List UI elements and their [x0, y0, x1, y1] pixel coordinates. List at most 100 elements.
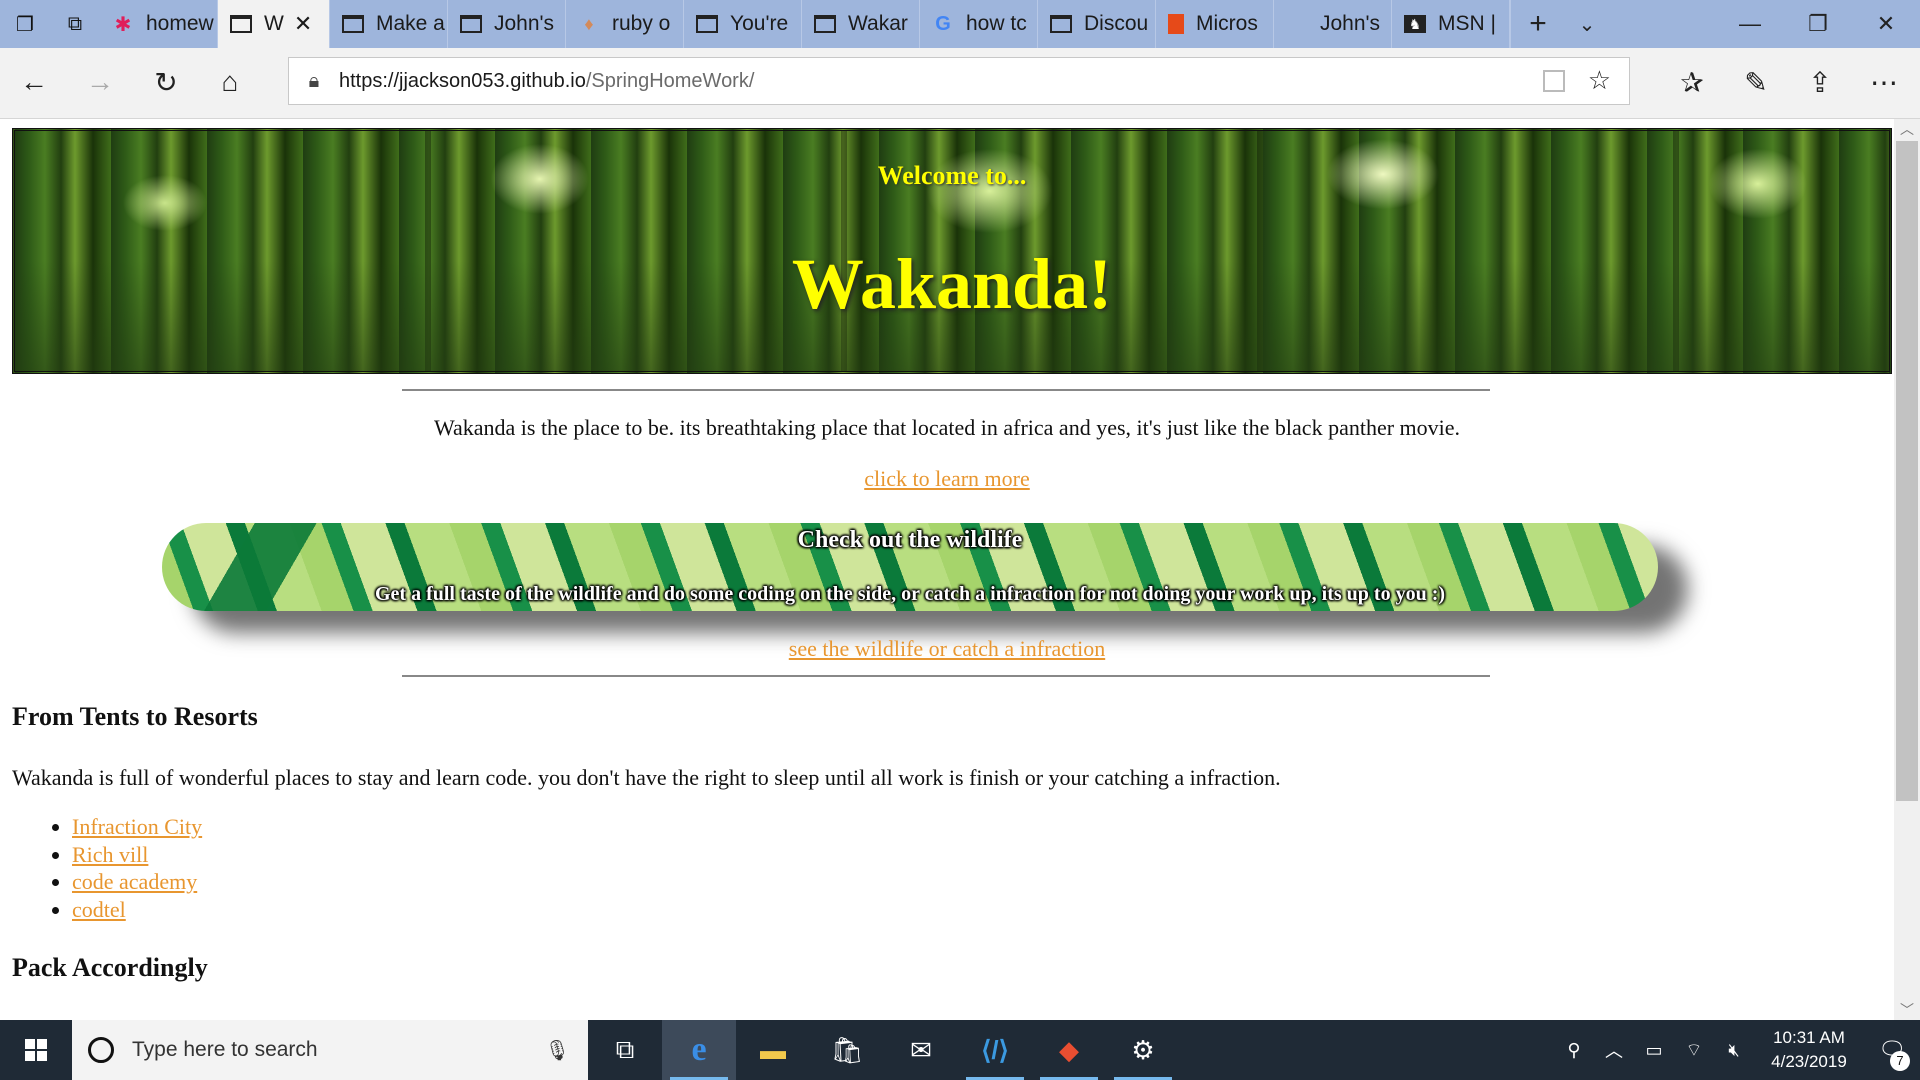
tab-label: how tc — [966, 12, 1027, 35]
tab-johns[interactable]: John's — [448, 0, 566, 48]
address-bar[interactable]: 🔒︎ https://jjackson053.github.io/SpringH… — [288, 57, 1630, 105]
tab-label: John's — [1320, 12, 1381, 35]
share-icon[interactable]: ⇪ — [1800, 62, 1840, 102]
edge-icon[interactable]: e — [662, 1020, 736, 1080]
wildlife-subtitle: Get a full taste of the wildlife and do … — [374, 583, 1446, 605]
tab-youre[interactable]: You're — [684, 0, 802, 48]
ruby-icon: ♦ — [584, 13, 594, 34]
tab-label: ruby o — [612, 12, 671, 35]
window-icon — [230, 15, 252, 33]
msn-icon: ♞ — [1404, 15, 1426, 33]
wildlife-title: Check out the wildlife — [797, 527, 1023, 553]
more-icon[interactable]: ⋯ — [1864, 62, 1904, 102]
tab-google-search[interactable]: G how tc — [920, 0, 1038, 48]
tab-label: MSN | — [1438, 12, 1496, 35]
cortana-icon — [88, 1037, 114, 1063]
blank-icon — [1286, 15, 1308, 33]
learn-more-link[interactable]: click to learn more — [864, 466, 1030, 491]
star-icon[interactable]: ☆ — [1588, 65, 1611, 96]
volume-muted-icon[interactable]: 🔇︎ — [1714, 1040, 1754, 1061]
place-link-codtel[interactable]: codtel — [72, 897, 126, 922]
tab-ruby[interactable]: ♦ ruby o — [566, 0, 684, 48]
minimize-icon[interactable]: — — [1716, 0, 1784, 48]
codepen-icon — [342, 15, 364, 33]
close-tab-icon[interactable]: ✕ — [294, 11, 312, 37]
url-path: /SpringHomeWork/ — [585, 69, 755, 92]
windows-logo-icon — [25, 1039, 47, 1061]
place-link-infraction-city[interactable]: Infraction City — [72, 814, 202, 839]
new-tab-button[interactable]: + — [1510, 0, 1565, 48]
vertical-scrollbar[interactable]: ︿ ﹀ — [1894, 119, 1920, 1020]
wildlife-box: Check out the wildlife Get a full taste … — [162, 523, 1658, 611]
wifi-icon[interactable]: ⌔ — [1674, 1039, 1714, 1062]
back-arrow-icon[interactable]: ← — [14, 62, 54, 102]
favorites-icon[interactable]: ✰ — [1672, 62, 1712, 102]
list-item: Rich vill — [72, 841, 202, 869]
git-icon[interactable]: ◆ — [1032, 1020, 1106, 1080]
url-text[interactable]: https://jjackson053.github.io/SpringHome… — [339, 70, 754, 93]
scrollbar-thumb[interactable] — [1896, 141, 1918, 801]
battery-icon[interactable]: ▭ — [1634, 1040, 1674, 1061]
mail-icon[interactable]: ✉ — [884, 1020, 958, 1080]
set-aside-tabs-icon[interactable]: ❐ — [0, 0, 50, 48]
settings-gear-icon[interactable]: ⚙ — [1106, 1020, 1180, 1080]
vscode-icon[interactable]: ⟨/⟩ — [958, 1020, 1032, 1080]
url-host: https://jjackson053.github.io — [339, 69, 586, 92]
divider — [402, 389, 1490, 391]
task-view-icon[interactable]: ⧉ — [588, 1020, 662, 1080]
tab-johns-2[interactable]: John's — [1274, 0, 1392, 48]
close-window-icon[interactable]: ✕ — [1852, 0, 1920, 48]
refresh-icon[interactable]: ↻ — [146, 62, 186, 102]
home-icon[interactable]: ⌂ — [210, 62, 250, 102]
window-icon — [814, 15, 836, 33]
tab-label: homew — [146, 12, 214, 35]
tab-wakanda-active[interactable]: W ✕ — [218, 0, 330, 48]
tab-label: Make a — [376, 12, 445, 35]
notification-badge: 7 — [1890, 1051, 1910, 1071]
clock[interactable]: 10:31 AM 4/23/2019 — [1754, 1026, 1864, 1074]
list-item: Infraction City — [72, 813, 202, 841]
tents-paragraph: Wakanda is full of wonderful places to s… — [12, 765, 1281, 790]
start-button[interactable] — [0, 1020, 72, 1080]
page-viewport: Welcome to... Wakanda! Wakanda is the pl… — [0, 119, 1894, 1020]
tab-msn[interactable]: ♞ MSN | — [1392, 0, 1510, 48]
tab-make[interactable]: Make a — [330, 0, 448, 48]
place-link-rich-vill[interactable]: Rich vill — [72, 842, 148, 867]
clock-date: 4/23/2019 — [1771, 1052, 1847, 1071]
action-center-icon[interactable]: 🗨︎ 7 — [1864, 1037, 1920, 1071]
microphone-icon[interactable]: 🎙︎ — [545, 1038, 570, 1063]
forward-arrow-icon[interactable]: → — [80, 62, 120, 102]
file-explorer-icon[interactable]: ▬ — [736, 1020, 810, 1080]
pen-icon[interactable]: ✎ — [1736, 62, 1776, 102]
tab-discount[interactable]: Discou — [1038, 0, 1156, 48]
learn-more-container: click to learn more — [0, 466, 1894, 492]
chevron-down-icon[interactable]: ⌄ — [1565, 0, 1609, 48]
store-icon[interactable]: 🛍︎ — [810, 1020, 884, 1080]
list-item: codtel — [72, 896, 202, 924]
lock-icon: 🔒︎ — [308, 69, 320, 92]
welcome-text: Welcome to... — [877, 161, 1027, 190]
wildlife-link-container: see the wildlife or catch a infraction — [0, 636, 1894, 662]
tents-heading: From Tents to Resorts — [12, 702, 258, 731]
tab-homework[interactable]: ✱ homew — [100, 0, 218, 48]
tab-label: Micros — [1196, 12, 1258, 35]
restore-icon[interactable]: ❐ — [1784, 0, 1852, 48]
places-list: Infraction City Rich vill code academy c… — [42, 813, 202, 923]
list-item: code academy — [72, 868, 202, 896]
tab-label: Wakar — [848, 12, 908, 35]
reading-view-icon[interactable] — [1543, 70, 1565, 92]
window-controls: — ❐ ✕ — [1716, 0, 1920, 48]
system-tray: ⚲ ︿ ▭ ⌔ 🔇︎ 10:31 AM 4/23/2019 🗨︎ 7 — [1554, 1020, 1920, 1080]
wildlife-link[interactable]: see the wildlife or catch a infraction — [789, 636, 1105, 661]
slack-icon: ✱ — [114, 13, 132, 36]
scroll-down-icon[interactable]: ﹀ — [1894, 1000, 1920, 1020]
tab-wakanda[interactable]: Wakar — [802, 0, 920, 48]
people-icon[interactable]: ⚲ — [1554, 1040, 1594, 1061]
taskbar-search[interactable]: Type here to search 🎙︎ — [72, 1020, 588, 1080]
tab-preview-icon[interactable]: ⧉ — [50, 0, 100, 48]
google-icon: G — [935, 12, 951, 35]
chevron-up-icon[interactable]: ︿ — [1594, 1037, 1634, 1063]
place-link-code-academy[interactable]: code academy — [72, 869, 197, 894]
tab-microsoft[interactable]: Micros — [1156, 0, 1274, 48]
scroll-up-icon[interactable]: ︿ — [1894, 119, 1920, 139]
